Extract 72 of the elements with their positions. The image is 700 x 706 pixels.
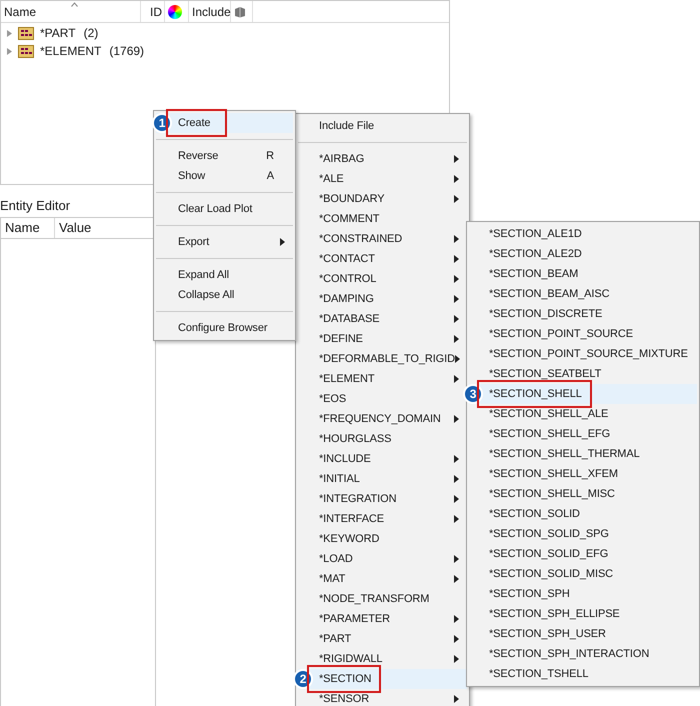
menu-item[interactable]: *SECTION_BEAM_AISC <box>469 284 697 304</box>
menu-item[interactable]: *LOAD <box>298 549 467 569</box>
menu-item[interactable]: *SECTION_SHELL_MISC <box>469 484 697 504</box>
menu-item[interactable]: *CONTACT <box>298 249 467 269</box>
color-wheel-icon <box>168 4 182 18</box>
menu-item[interactable]: *NODE_TRANSFORM <box>298 589 467 609</box>
menu-item[interactable]: *SECTION_SHELL_THERMAL <box>469 444 697 464</box>
menu-item[interactable]: *AIRBAG <box>298 149 467 169</box>
menu-item[interactable]: *RIGIDWALL <box>298 649 467 669</box>
menu-item[interactable]: *SECTION_SOLID_SPG <box>469 524 697 544</box>
cube-icon <box>234 6 246 18</box>
menu-item[interactable]: *SECTION_SPH <box>469 584 697 604</box>
column-header[interactable]: Name <box>4 2 36 20</box>
menu-item[interactable]: *CONTROL <box>298 269 467 289</box>
menu-item[interactable]: *DAMPING <box>298 289 467 309</box>
menu-item[interactable]: *SECTION_SPH_INTERACTION <box>469 644 697 664</box>
sort-icon <box>70 2 78 7</box>
menu-item[interactable]: *SECTION_BEAM <box>469 264 697 284</box>
menu-item[interactable]: *SECTION_SHELL_XFEM <box>469 464 697 484</box>
menu-item[interactable]: *INTEGRATION <box>298 489 467 509</box>
menu-item[interactable]: *SENSOR <box>298 689 467 706</box>
menu-item[interactable]: *MAT <box>298 569 467 589</box>
menu-item[interactable]: Reverse R <box>156 146 293 166</box>
menu-item[interactable]: *INTERFACE <box>298 509 467 529</box>
menu-item[interactable]: *SECTION_DISCRETE <box>469 304 697 324</box>
menu-item[interactable]: *SECTION_POINT_SOURCE_MIXTURE <box>469 344 697 364</box>
highlight-frame <box>166 109 227 137</box>
expand-arrow-icon[interactable] <box>7 30 12 36</box>
menu-item[interactable]: *FREQUENCY_DOMAIN <box>298 409 467 429</box>
column-header[interactable]: Name <box>1 218 55 238</box>
menu-item[interactable]: *SECTION_TSHELL <box>469 664 697 684</box>
panel-title: Entity Editor <box>0 197 70 215</box>
menu-item[interactable]: *SECTION_SPH_ELLIPSE <box>469 604 697 624</box>
menu-item[interactable]: *SECTION_SOLID <box>469 504 697 524</box>
item-count: (1769) <box>109 43 144 60</box>
menu-item[interactable]: *BOUNDARY <box>298 189 467 209</box>
tree-item[interactable]: *ELEMENT <box>40 42 102 60</box>
menu-item[interactable]: *SECTION_SHELL_ALE <box>469 404 697 424</box>
menu-item[interactable]: Configure Browser <box>156 318 293 338</box>
menu-item[interactable]: *SECTION_SPH_USER <box>469 624 697 644</box>
tree-item[interactable]: *PART <box>40 24 76 42</box>
expand-arrow-icon[interactable] <box>7 48 12 54</box>
item-count: (2) <box>84 25 98 42</box>
menu-item[interactable]: *DEFORMABLE_TO_RIGID <box>298 349 467 369</box>
menu-item[interactable]: *SECTION_SOLID_EFG <box>469 544 697 564</box>
menu-item[interactable]: Clear Load Plot <box>156 199 293 219</box>
folder-icon <box>18 44 34 58</box>
menu-item[interactable]: Show A <box>156 166 293 186</box>
menu-item[interactable]: Export <box>156 232 293 252</box>
menu-item[interactable]: Expand All <box>156 265 293 285</box>
menu-item[interactable]: *PARAMETER <box>298 609 467 629</box>
menu-item[interactable]: Include File <box>298 116 467 136</box>
menu-item[interactable]: *SECTION_SEATBELT <box>469 364 697 384</box>
menu-item[interactable]: *SECTION_ALE1D <box>469 224 697 244</box>
menu-item[interactable]: *CONSTRAINED <box>298 229 467 249</box>
menu-item[interactable]: *SECTION_ALE2D <box>469 244 697 264</box>
menu-item[interactable]: *SECTION_SHELL_EFG <box>469 424 697 444</box>
column-header[interactable]: Include <box>192 2 231 20</box>
menu-item[interactable]: *SECTION_POINT_SOURCE <box>469 324 697 344</box>
menu-item[interactable]: *KEYWORD <box>298 529 467 549</box>
menu-item[interactable]: *ALE <box>298 169 467 189</box>
menu-item[interactable]: *COMMENT <box>298 209 467 229</box>
column-header[interactable]: ID <box>150 2 162 20</box>
menu-item[interactable]: *INITIAL <box>298 469 467 489</box>
menu-item[interactable]: *PART <box>298 629 467 649</box>
menu-item[interactable]: *HOURGLASS <box>298 429 467 449</box>
menu-item[interactable]: Collapse All <box>156 285 293 305</box>
menu-item[interactable]: *DATABASE <box>298 309 467 329</box>
menu-item[interactable]: *INCLUDE <box>298 449 467 469</box>
folder-icon <box>18 26 34 40</box>
menu-item[interactable]: *SECTION_SOLID_MISC <box>469 564 697 584</box>
menu-item[interactable]: *DEFINE <box>298 329 467 349</box>
